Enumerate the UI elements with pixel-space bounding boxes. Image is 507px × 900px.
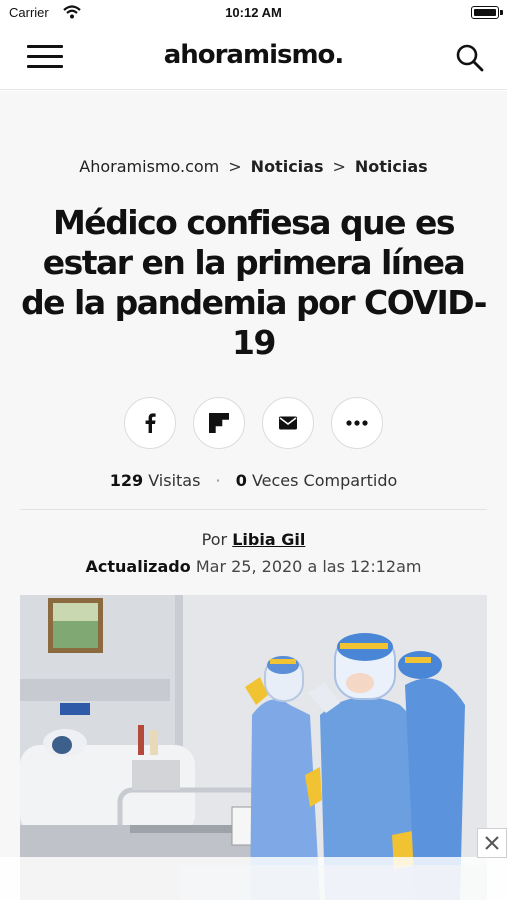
facebook-share-button[interactable] xyxy=(123,397,176,449)
flipboard-share-button[interactable] xyxy=(192,397,245,449)
views-count: 129 xyxy=(109,471,144,490)
facebook-icon xyxy=(145,413,156,433)
divider xyxy=(20,509,487,510)
ad-banner-area xyxy=(0,857,507,900)
article-stats: 129 Visitas · 0 Veces Compartido xyxy=(0,471,507,490)
stats-separator: · xyxy=(215,471,221,490)
byline: Por Libia Gil xyxy=(0,530,507,549)
breadcrumb: Ahoramismo.com > Noticias > Noticias xyxy=(0,157,507,176)
shares-label: Veces Compartido xyxy=(251,471,398,490)
close-icon xyxy=(485,836,499,850)
status-time: 10:12 AM xyxy=(225,5,282,20)
breadcrumb-home[interactable]: Ahoramismo.com xyxy=(79,157,219,176)
updated-label: Actualizado xyxy=(85,557,191,576)
more-icon xyxy=(346,420,368,426)
article-photo xyxy=(20,595,487,900)
more-share-button[interactable] xyxy=(331,397,384,449)
shares-count: 0 xyxy=(235,471,247,490)
status-bar: Carrier 10:12 AM xyxy=(0,0,507,26)
email-share-button[interactable] xyxy=(262,397,315,449)
battery-icon xyxy=(471,6,503,19)
email-icon xyxy=(279,416,298,430)
updated-line: Actualizado Mar 25, 2020 a las 12:12am xyxy=(0,557,507,576)
site-logo[interactable]: ahoramismo. xyxy=(0,40,507,70)
breadcrumb-category[interactable]: Noticias xyxy=(251,157,324,176)
flipboard-icon xyxy=(208,413,229,433)
by-label: Por xyxy=(201,530,228,549)
views-label: Visitas xyxy=(148,471,201,490)
updated-date: Mar 25, 2020 a las 12:12am xyxy=(195,557,422,576)
author-link[interactable]: Libia Gil xyxy=(232,530,305,549)
breadcrumb-separator: > xyxy=(228,157,242,176)
breadcrumb-subcategory[interactable]: Noticias xyxy=(355,157,428,176)
article-title: Médico confiesa que es estar en la prime… xyxy=(21,203,487,362)
share-bar xyxy=(0,397,507,449)
article-page: Ahoramismo.com > Noticias > Noticias Médico … xyxy=(0,91,507,900)
close-ad-button[interactable] xyxy=(477,828,507,858)
breadcrumb-separator: > xyxy=(332,157,346,176)
search-icon[interactable] xyxy=(455,43,485,73)
app-header: ahoramismo. xyxy=(0,26,507,90)
